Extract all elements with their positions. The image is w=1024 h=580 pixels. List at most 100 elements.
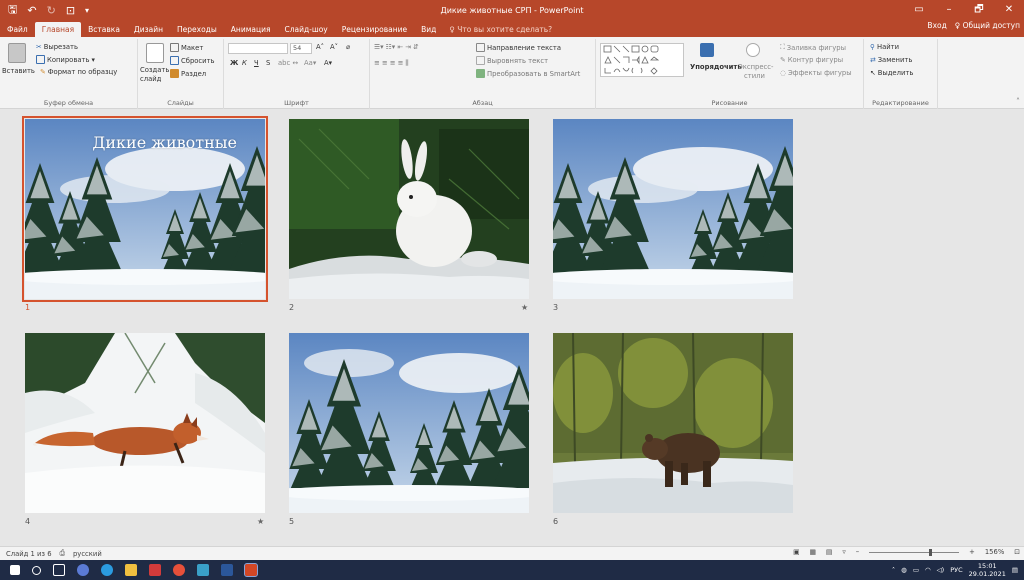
tab-design[interactable]: Дизайн	[127, 22, 170, 37]
customize-toolbar-icon[interactable]: ▾	[85, 6, 89, 15]
new-slide-button[interactable]: Создать	[140, 66, 169, 74]
bullets-icon[interactable]: ☰▾ ☷▾ ⇤ ⇥ ⇵	[374, 43, 419, 51]
bold-button[interactable]: Ж	[230, 59, 238, 67]
tab-animations[interactable]: Анимация	[224, 22, 278, 37]
wifi-icon[interactable]: ◠	[925, 566, 931, 574]
increase-font-icon[interactable]: A˄	[316, 43, 324, 51]
collapse-ribbon-icon[interactable]: ˄	[1016, 97, 1020, 106]
language-indicator[interactable]: русский	[73, 550, 102, 558]
minimize-button[interactable]: –	[934, 0, 964, 20]
format-painter-button[interactable]: ✎ Формат по образцу	[40, 68, 117, 76]
undo-icon[interactable]: ↶	[27, 4, 36, 17]
decrease-font-icon[interactable]: A˅	[330, 43, 338, 51]
reading-view-icon[interactable]: ▤	[826, 548, 832, 556]
network-icon[interactable]: ◍	[901, 566, 907, 574]
show-hidden-icons[interactable]: ˄	[892, 566, 895, 574]
align-text-button[interactable]: Выровнять текст	[476, 56, 548, 65]
slide-thumbnail-2[interactable]	[289, 119, 529, 299]
zoom-level[interactable]: 156%	[985, 548, 1004, 556]
clear-formatting-icon[interactable]: ⌀	[346, 43, 350, 51]
zoom-slider[interactable]	[869, 548, 960, 556]
font-size-field[interactable]: 54	[290, 43, 312, 54]
new-slide-dropdown[interactable]: слайд	[140, 75, 161, 83]
word-icon[interactable]	[221, 564, 233, 576]
input-language[interactable]: РУС	[950, 566, 962, 574]
clock[interactable]: 15:01 29.01.2021	[969, 562, 1006, 578]
copy-button[interactable]: Копировать ▾	[36, 55, 95, 64]
save-icon[interactable]: 🖫	[8, 1, 17, 20]
shape-fill-button[interactable]: ⛶ Заливка фигуры	[780, 43, 846, 52]
slide-sorter-view-icon[interactable]: ▦	[809, 548, 815, 556]
find-button[interactable]: ⚲ Найти	[870, 43, 899, 51]
slide-thumbnail-4[interactable]	[25, 333, 265, 513]
file-explorer-icon[interactable]	[125, 564, 137, 576]
font-color-icon[interactable]: A▾	[324, 59, 332, 67]
zoom-slider-thumb[interactable]	[929, 548, 933, 556]
smartart-button[interactable]: Преобразовать в SmartArt	[476, 69, 580, 78]
cut-button[interactable]: ✂ Вырезать	[36, 43, 78, 51]
tab-file[interactable]: Файл	[0, 22, 35, 37]
start-slideshow-icon[interactable]: ⊡	[66, 4, 75, 17]
normal-view-icon[interactable]: ▣	[793, 548, 799, 556]
slide-thumbnail-3[interactable]	[553, 119, 793, 299]
reset-button[interactable]: Сбросить	[170, 56, 215, 65]
chrome-icon[interactable]	[101, 564, 113, 576]
slide-thumbnail-1[interactable]: Дикие животные	[22, 116, 268, 302]
app-icon-red[interactable]	[149, 564, 161, 576]
tab-transitions[interactable]: Переходы	[170, 22, 224, 37]
slideshow-view-icon[interactable]: ▿	[842, 548, 845, 556]
restore-button[interactable]: 🗗	[964, 0, 994, 20]
char-spacing-icon[interactable]: abc ↔	[278, 59, 298, 67]
italic-button[interactable]: К	[242, 59, 247, 67]
windows-start-icon[interactable]	[10, 565, 20, 575]
close-button[interactable]: ✕	[994, 0, 1024, 20]
quick-styles-button-line2[interactable]: стили	[744, 72, 765, 80]
change-case-icon[interactable]: Aa▾	[304, 59, 316, 67]
select-button[interactable]: ↖ Выделить	[870, 69, 913, 77]
redo-icon[interactable]: ↻	[47, 4, 56, 17]
quick-styles-button[interactable]: Экспресс-	[738, 63, 773, 71]
tab-slideshow[interactable]: Слайд-шоу	[277, 22, 334, 37]
shape-outline-button[interactable]: ✎ Контур фигуры	[780, 56, 843, 64]
sign-in-link[interactable]: Вход	[927, 21, 946, 30]
app-icon-teal[interactable]	[197, 564, 209, 576]
shape-effects-button[interactable]: ◌ Эффекты фигуры	[780, 69, 852, 77]
quick-styles-icon[interactable]	[746, 43, 760, 57]
battery-icon[interactable]: ▭	[913, 566, 919, 574]
shadow-button[interactable]: S	[266, 59, 270, 67]
underline-button[interactable]: Ч	[254, 59, 259, 67]
powerpoint-icon[interactable]	[244, 563, 258, 577]
tell-me-search[interactable]: ♀ Что вы хотите сделать?	[443, 22, 552, 37]
replace-button[interactable]: ⇄ Заменить	[870, 56, 912, 64]
paste-button[interactable]: Вставить	[2, 67, 35, 75]
slide-thumbnail-5[interactable]	[289, 333, 529, 513]
share-button[interactable]: ♀ Общий доступ	[955, 21, 1020, 30]
tab-review[interactable]: Рецензирование	[335, 22, 414, 37]
arrange-button[interactable]: Упорядочить	[690, 63, 742, 71]
app-icon-blue-circle[interactable]	[77, 564, 89, 576]
align-icons[interactable]: ≡ ≡ ≡ ≡ ⫼	[374, 59, 409, 68]
ribbon-display-options-button[interactable]: ▭	[904, 0, 934, 20]
fit-to-window-icon[interactable]: ⊡	[1014, 548, 1020, 556]
tab-home[interactable]: Главная	[34, 22, 82, 37]
zoom-out-button[interactable]: –	[856, 548, 859, 556]
copy-icon	[36, 55, 45, 64]
tab-view[interactable]: Вид	[414, 22, 443, 37]
tab-insert[interactable]: Вставка	[81, 22, 127, 37]
spellcheck-icon[interactable]: ⎙	[60, 549, 65, 558]
search-icon[interactable]	[32, 565, 41, 575]
layout-button[interactable]: Макет	[170, 43, 203, 52]
arrange-icon[interactable]	[700, 43, 714, 57]
zoom-in-button[interactable]: +	[969, 548, 975, 556]
slide-thumbnail-6[interactable]	[553, 333, 793, 513]
new-slide-icon[interactable]	[146, 43, 164, 63]
paste-icon[interactable]	[8, 43, 26, 63]
text-direction-button[interactable]: Направление текста	[476, 43, 561, 52]
shapes-gallery[interactable]	[600, 43, 684, 77]
font-name-field[interactable]	[228, 43, 288, 54]
notifications-icon[interactable]: ▤	[1012, 566, 1018, 574]
volume-icon[interactable]: ◁)	[937, 566, 945, 574]
yandex-browser-icon[interactable]	[173, 564, 185, 576]
task-view-icon[interactable]	[53, 564, 65, 576]
section-button[interactable]: Раздел	[170, 69, 206, 78]
